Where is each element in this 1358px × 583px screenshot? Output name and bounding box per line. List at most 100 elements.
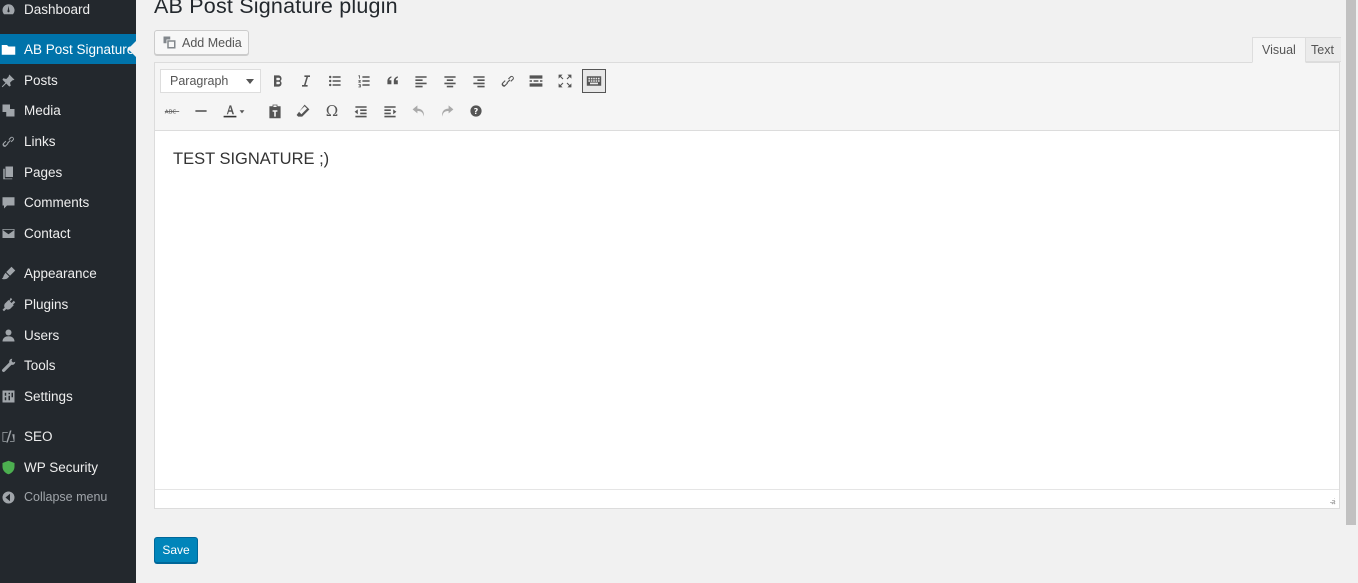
redo-button[interactable] <box>435 99 459 123</box>
sidebar-item-wp-security[interactable]: WP Security <box>0 452 136 482</box>
align-left-icon <box>415 76 427 88</box>
numbered-list-button[interactable] <box>352 69 376 93</box>
text-color-button[interactable] <box>217 99 251 123</box>
read-more-button[interactable] <box>524 69 548 93</box>
sidebar-item-tools[interactable]: Tools <box>0 350 136 380</box>
sidebar-item-label: Links <box>24 133 56 149</box>
help-button[interactable]: ? <box>464 99 488 123</box>
blockquote-icon <box>387 76 398 85</box>
sidebar-item-users[interactable]: Users <box>0 320 136 350</box>
media-icon <box>0 102 17 119</box>
editor: Paragraph ABC Ω ? TEST SIGNATURE ;) <box>154 62 1340 509</box>
sidebar-item-links[interactable]: Links <box>0 126 136 156</box>
sidebar-item-plugins[interactable]: Plugins <box>0 289 136 319</box>
sidebar-item-label: WP Security <box>24 459 99 475</box>
indent-button[interactable] <box>378 99 402 123</box>
text-color-icon <box>223 105 245 118</box>
add-media-icon <box>163 36 176 49</box>
sidebar-item-label: Posts <box>24 72 58 88</box>
svg-text:ABC: ABC <box>165 109 177 115</box>
align-center-icon <box>444 76 456 88</box>
horizontal-line-icon <box>195 110 207 112</box>
scrollbar-thumb[interactable] <box>1346 0 1356 525</box>
omega-icon: Ω <box>325 102 339 120</box>
sidebar-item-label: Users <box>24 327 60 343</box>
tab-text[interactable]: Text <box>1302 37 1344 62</box>
bold-button[interactable] <box>266 69 290 93</box>
folder-icon <box>0 41 17 58</box>
sidebar-item-label: Dashboard <box>24 1 91 17</box>
editor-content-text[interactable]: TEST SIGNATURE ;) <box>173 150 329 169</box>
yoast-icon <box>0 428 17 445</box>
link-icon <box>501 75 514 87</box>
wrench-icon <box>0 357 17 374</box>
save-button[interactable]: Save <box>154 537 198 563</box>
sidebar-item-label: Pages <box>24 164 63 180</box>
format-select[interactable]: Paragraph <box>160 69 261 93</box>
editor-toolbar: Paragraph ABC Ω ? <box>155 63 1339 131</box>
special-character-button[interactable]: Ω <box>320 99 344 123</box>
editor-content-area[interactable]: TEST SIGNATURE ;) <box>155 131 1339 490</box>
add-media-button[interactable]: Add Media <box>154 30 249 55</box>
editor-statusbar <box>155 489 1339 508</box>
bold-icon <box>274 75 282 87</box>
collapse-menu-label: Collapse menu <box>24 490 108 504</box>
paste-icon <box>269 104 281 119</box>
help-icon: ? <box>470 105 482 117</box>
collapse-icon <box>0 489 17 506</box>
dashboard-icon <box>0 1 17 18</box>
sidebar-item-appearance[interactable]: Appearance <box>0 258 136 288</box>
undo-button[interactable] <box>407 99 431 123</box>
sidebar-item-label: Media <box>24 102 61 118</box>
pin-icon <box>0 72 17 89</box>
outdent-button[interactable] <box>349 99 373 123</box>
collapse-menu-button[interactable]: Collapse menu <box>0 482 136 512</box>
add-media-label: Add Media <box>182 35 242 50</box>
sidebar-item-label: AB Post Signature <box>24 41 135 57</box>
toolbar-toggle-button[interactable] <box>582 69 606 93</box>
sidebar-item-dashboard[interactable]: Dashboard <box>0 0 136 24</box>
fullscreen-button[interactable] <box>553 69 577 93</box>
paste-as-text-button[interactable] <box>263 99 287 123</box>
numbered-list-icon <box>358 75 370 88</box>
sidebar-item-posts[interactable]: Posts <box>0 65 136 95</box>
read-more-icon <box>529 75 543 87</box>
sidebar-item-label: Settings <box>24 388 73 404</box>
align-center-button[interactable] <box>438 69 462 93</box>
pages-icon <box>0 164 17 181</box>
bullet-list-button[interactable] <box>323 69 347 93</box>
clear-formatting-button[interactable] <box>291 99 315 123</box>
align-left-button[interactable] <box>409 69 433 93</box>
sidebar-item-ab-post-signature[interactable]: AB Post Signature <box>0 34 136 64</box>
indent-icon <box>384 106 397 118</box>
sidebar-item-settings[interactable]: Settings <box>0 381 136 411</box>
brush-icon <box>0 265 17 282</box>
outdent-icon <box>354 106 367 118</box>
sidebar-item-contact[interactable]: Contact <box>0 218 136 248</box>
resize-handle-icon[interactable] <box>1328 497 1336 505</box>
format-select-value: Paragraph <box>170 74 229 88</box>
sidebar-item-pages[interactable]: Pages <box>0 157 136 187</box>
blockquote-button[interactable] <box>381 69 405 93</box>
strikethrough-button[interactable]: ABC <box>160 99 184 123</box>
link-icon <box>0 133 17 150</box>
admin-sidebar: Dashboard AB Post Signature Posts Media … <box>0 0 136 583</box>
link-button[interactable] <box>496 69 520 93</box>
sidebar-item-seo[interactable]: SEO <box>0 421 136 451</box>
sidebar-item-media[interactable]: Media <box>0 95 136 125</box>
italic-icon <box>302 75 310 87</box>
mail-icon <box>0 225 17 242</box>
comment-icon <box>0 194 17 211</box>
sidebar-item-label: Plugins <box>24 296 69 312</box>
sidebar-item-label: Appearance <box>24 265 97 281</box>
scrollbar[interactable] <box>1341 0 1358 583</box>
undo-icon <box>412 105 424 117</box>
italic-button[interactable] <box>294 69 318 93</box>
sidebar-item-comments[interactable]: Comments <box>0 187 136 217</box>
eraser-icon <box>296 104 310 117</box>
tab-visual[interactable]: Visual <box>1252 37 1306 63</box>
horizontal-line-button[interactable] <box>189 99 213 123</box>
plugin-icon <box>0 296 17 313</box>
align-right-button[interactable] <box>467 69 491 93</box>
svg-text:?: ? <box>474 107 479 116</box>
